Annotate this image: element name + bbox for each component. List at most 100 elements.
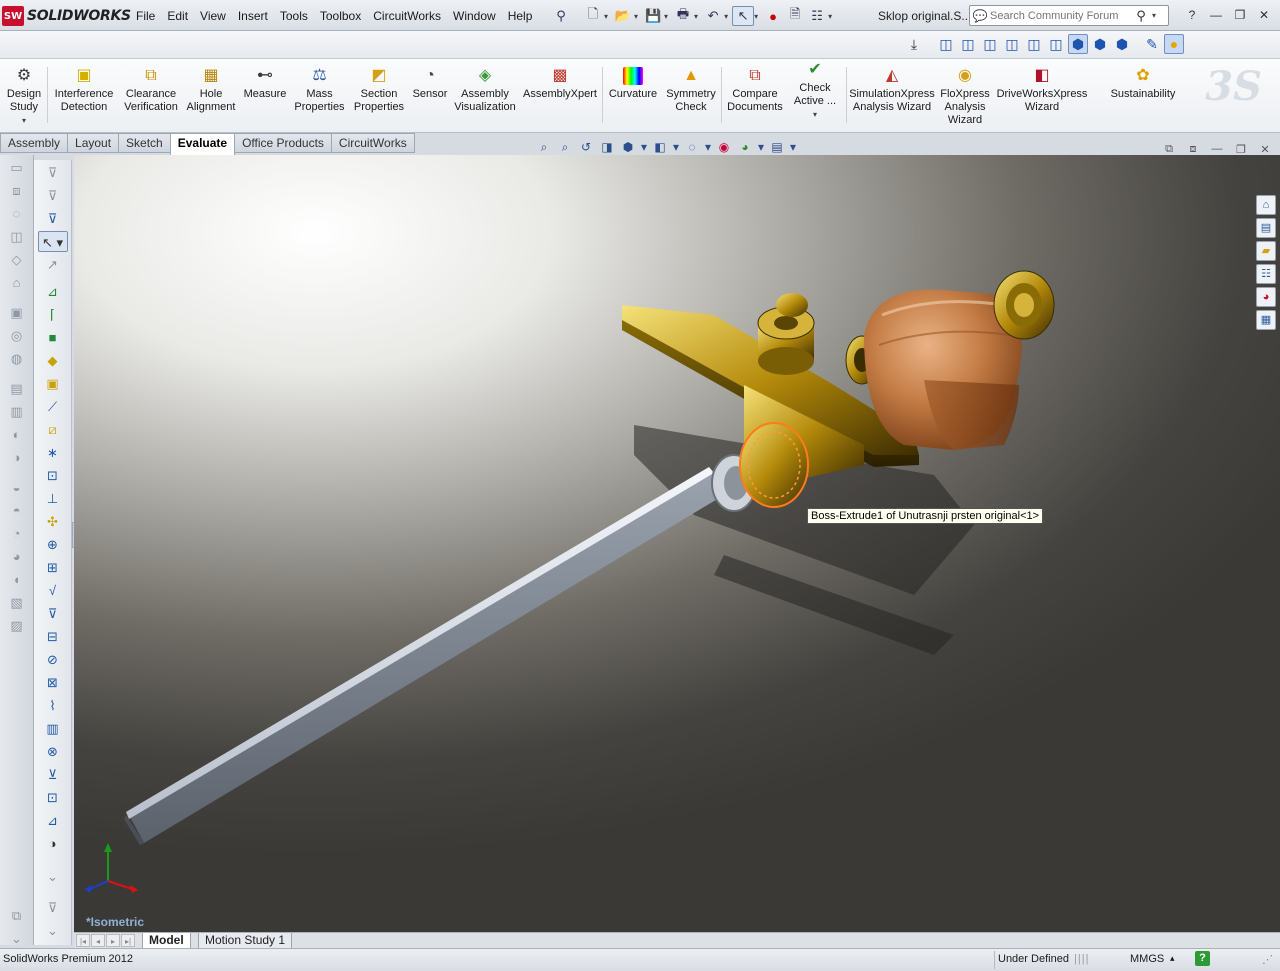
minimize-icon[interactable]: — (1206, 6, 1226, 24)
filter-more-icon[interactable]: ⌄ (42, 866, 64, 887)
display-style-icon[interactable]: ◧ (651, 138, 669, 156)
filter-connection-points-icon[interactable]: ⊡ (42, 787, 64, 808)
check-active-dropdown-icon[interactable]: ▾ (788, 108, 842, 121)
undo-dropdown-icon[interactable]: ▾ (724, 12, 728, 21)
help-icon[interactable]: ? (1182, 6, 1202, 24)
sensor-button[interactable]: ◔ Sensor (410, 67, 450, 101)
filter-dowel-pins-icon[interactable]: ⊻ (42, 764, 64, 785)
solidworks-resources-icon[interactable]: ⌂ (1256, 195, 1276, 215)
tab-circuitworks[interactable]: CircuitWorks (330, 133, 415, 153)
simulationxpress-button[interactable]: ◭ SimulationXpress Analysis Wizard (849, 67, 935, 114)
sketch-tool-icon[interactable]: ✎ (1142, 34, 1162, 54)
menu-toolbox[interactable]: Toolbox (314, 7, 367, 25)
split-viewport-icon[interactable]: ⧉ (1160, 141, 1178, 157)
filter-vertices-icon[interactable]: ⊿ (42, 281, 64, 302)
restore-icon[interactable]: ❐ (1230, 6, 1250, 24)
back-view-icon[interactable]: ◫ (958, 34, 978, 54)
menu-file[interactable]: File (130, 7, 161, 25)
dock-tool-9-icon[interactable]: ◍ (5, 349, 29, 369)
viewport-minimize-icon[interactable]: — (1208, 141, 1226, 157)
dock-tool-7-icon[interactable]: ▣ (5, 303, 29, 323)
menu-window[interactable]: Window (447, 7, 502, 25)
tab-assembly[interactable]: Assembly (0, 133, 69, 153)
assemblyxpert-button[interactable]: ▩ AssemblyXpert (522, 67, 598, 101)
dock-tool-8-icon[interactable]: ◎ (5, 326, 29, 346)
dock-tool-3-icon[interactable]: ◌ (5, 204, 29, 224)
dock-tool-16-icon[interactable]: ◔ (5, 524, 29, 544)
filter-solid-bodies-icon[interactable]: ▣ (42, 373, 64, 394)
dock-tool-15-icon[interactable]: ◓ (5, 501, 29, 521)
menu-insert[interactable]: Insert (232, 7, 274, 25)
print-icon[interactable]: 🖶 (672, 6, 694, 26)
edit-appearance-icon[interactable]: ◉ (715, 138, 733, 156)
menu-edit[interactable]: Edit (161, 7, 194, 25)
filter-centerlines-icon[interactable]: ⊕ (42, 534, 64, 555)
curvature-button[interactable]: Curvature (605, 67, 661, 101)
search-input[interactable] (990, 9, 1130, 22)
open-folder-icon[interactable]: 📂 (612, 6, 634, 26)
hide-show-items-icon[interactable]: ◌ (683, 138, 701, 156)
sustainability-button[interactable]: ✿ Sustainability (1105, 67, 1181, 101)
custom-properties-icon[interactable]: ▦ (1256, 310, 1276, 330)
filter-datum-features-icon[interactable]: ⊘ (42, 649, 64, 670)
dock-tool-19-icon[interactable]: ▧ (5, 593, 29, 613)
dock-tool-13-icon[interactable]: ◑ (5, 448, 29, 468)
apply-scene-dropdown-icon[interactable]: ▾ (757, 138, 765, 156)
filter-sketch-segments-icon[interactable]: ⊡ (42, 465, 64, 486)
units-dropdown-icon[interactable]: ▴ (1170, 953, 1175, 964)
tab-evaluate[interactable]: Evaluate (169, 133, 236, 155)
filter-bottom-2-icon[interactable]: ⌄ (42, 920, 64, 941)
bottom-view-icon[interactable]: ◫ (1046, 34, 1066, 54)
design-library-icon[interactable]: ▤ (1256, 218, 1276, 238)
filter-surface-bodies-icon[interactable]: ◆ (42, 350, 64, 371)
section-view-icon[interactable]: ◨ (598, 138, 616, 156)
dock-tool-10-icon[interactable]: ▤ (5, 379, 29, 399)
filter-sketch-points-icon[interactable]: ∗ (42, 442, 64, 463)
filter-surface-finish-icon[interactable]: √ (42, 580, 64, 601)
pin-icon[interactable]: ⚲ (550, 6, 572, 26)
view-palette-icon[interactable]: ☷ (1256, 264, 1276, 284)
isometric-view-icon[interactable]: ⬢ (1068, 34, 1088, 54)
dimetric-view-icon[interactable]: ⬢ (1112, 34, 1132, 54)
new-dropdown-icon[interactable]: ▾ (604, 12, 608, 21)
prev-tab-icon[interactable]: ◂ (91, 934, 105, 947)
search-icon[interactable]: ⚲ (1130, 8, 1152, 24)
menu-view[interactable]: View (194, 7, 232, 25)
filter-planes-icon[interactable]: ⧄ (42, 419, 64, 440)
right-view-icon[interactable]: ◫ (1002, 34, 1022, 54)
driveworksxpress-button[interactable]: ◧ DriveWorksXpress Wizard (995, 67, 1089, 114)
apply-scene-icon[interactable]: ◕ (736, 138, 754, 156)
view-orientation-dropdown-icon[interactable]: ▾ (640, 138, 648, 156)
measure-button[interactable]: ⊷ Measure (240, 67, 290, 101)
file-properties-icon[interactable]: 🗎 (784, 6, 806, 26)
dock-tool-1-icon[interactable]: ▭ (5, 158, 29, 178)
dock-tool-4-icon[interactable]: ◫ (5, 227, 29, 247)
floxpress-button[interactable]: ◉ FloXpress Analysis Wizard (938, 67, 992, 127)
tab-layout[interactable]: Layout (67, 133, 120, 153)
solidworks-logo[interactable]: SW SOLIDWORKS (2, 5, 131, 27)
dock-tool-20-icon[interactable]: ▨ (5, 616, 29, 636)
tile-viewport-icon[interactable]: ⧈ (1184, 141, 1202, 157)
quick-tips-icon[interactable]: ? (1195, 951, 1210, 966)
appearances-scenes-icon[interactable]: ◕ (1256, 287, 1276, 307)
select-dropdown-icon[interactable]: ▾ (754, 12, 758, 21)
dock-tool-14-icon[interactable]: ◒ (5, 478, 29, 498)
previous-view-icon[interactable]: ↺ (577, 138, 595, 156)
filter-toggle-icon[interactable]: ⊽ (42, 162, 64, 183)
appearance-icon[interactable]: ● (1164, 34, 1184, 54)
dock-tool-2-icon[interactable]: ⧈ (5, 181, 29, 201)
design-study-dropdown-icon[interactable]: ▾ (5, 114, 43, 127)
dock-tool-11-icon[interactable]: ▥ (5, 402, 29, 422)
rebuild-traffic-light-icon[interactable]: ● (762, 6, 784, 26)
filter-faces-icon[interactable]: ■ (42, 327, 64, 348)
design-study-button[interactable]: ⚙ Design Study ▾ (5, 67, 43, 127)
filter-midpoints-icon[interactable]: ⊥ (42, 488, 64, 509)
clearance-verification-button[interactable]: ⧉ Clearance Verification (120, 67, 182, 114)
display-style-dropdown-icon[interactable]: ▾ (672, 138, 680, 156)
filter-clear-icon[interactable]: ⊽ (42, 185, 64, 206)
view-settings-icon[interactable]: ▤ (768, 138, 786, 156)
filter-blocks-icon[interactable]: ⊗ (42, 741, 64, 762)
top-view-icon[interactable]: ◫ (1024, 34, 1044, 54)
assembly-visualization-button[interactable]: ◈ Assembly Visualization (452, 67, 518, 114)
hole-alignment-button[interactable]: ▦ Hole Alignment (184, 67, 238, 114)
